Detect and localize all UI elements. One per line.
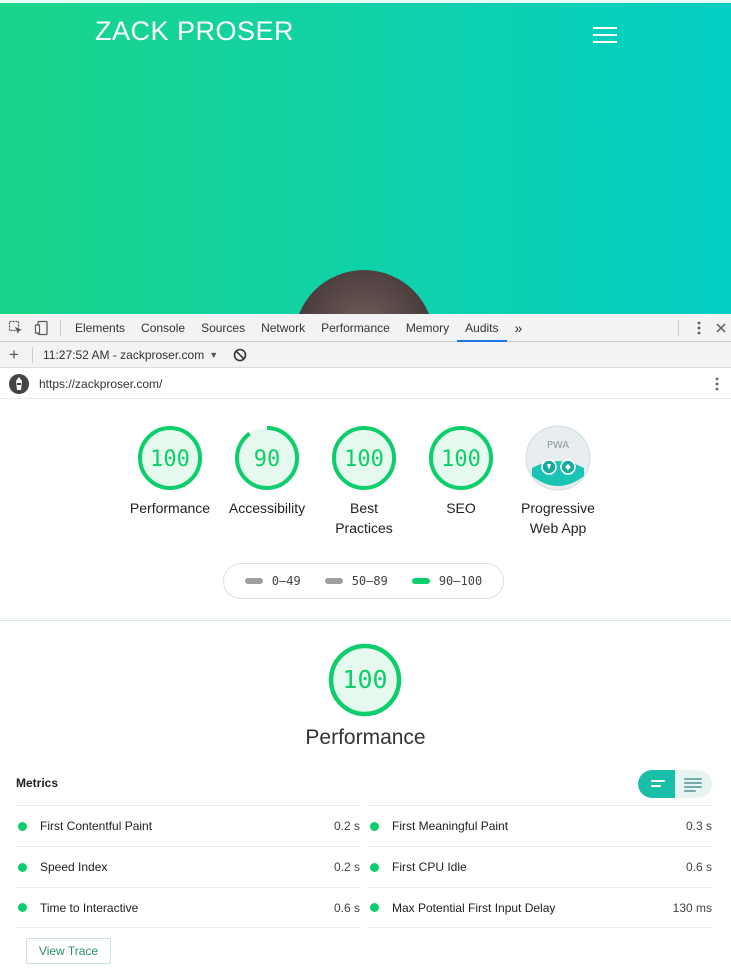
site-hero: ZACK PROSER bbox=[0, 0, 731, 314]
metrics-view-toggle bbox=[638, 770, 712, 798]
metric-max-potential-fid: Max Potential First Input Delay 130 ms bbox=[368, 887, 712, 928]
gauge-ring: 100 bbox=[332, 426, 396, 490]
kebab-menu-icon[interactable] bbox=[709, 376, 725, 392]
gauge-label: Performance bbox=[129, 500, 211, 516]
performance-title: Performance bbox=[305, 726, 426, 749]
devtools-tab-bar: Elements Console Sources Network Perform… bbox=[0, 314, 731, 342]
site-title[interactable]: ZACK PROSER bbox=[95, 16, 294, 47]
report-selector[interactable]: 11:27:52 AM - zackproser.com bbox=[43, 348, 204, 362]
view-trace-button[interactable]: View Trace bbox=[26, 938, 111, 964]
lighthouse-icon bbox=[8, 373, 30, 395]
tab-performance[interactable]: Performance bbox=[313, 314, 398, 342]
tab-network[interactable]: Network bbox=[253, 314, 313, 342]
metric-first-cpu-idle: First CPU Idle 0.6 s bbox=[368, 846, 712, 887]
gauge-label: Progressive Web App bbox=[521, 500, 595, 536]
metric-first-contentful-paint: First Contentful Paint 0.2 s bbox=[16, 805, 360, 846]
gauge-ring: 100 bbox=[138, 426, 202, 490]
gauge-accessibility[interactable]: 90 Accessibility bbox=[217, 424, 317, 518]
score-legend: 0–49 50–89 90–100 bbox=[223, 563, 504, 599]
audits-toolbar: + 11:27:52 AM - zackproser.com ▼ bbox=[0, 342, 731, 368]
legend-item-pass: 90–100 bbox=[411, 574, 482, 588]
gauge-label: Accessibility bbox=[228, 500, 306, 516]
gauge-ring: 90 bbox=[235, 426, 299, 490]
gauge-ring: 100 bbox=[429, 426, 493, 490]
pass-dot-icon bbox=[18, 903, 27, 912]
pass-dot-icon bbox=[18, 821, 27, 831]
avatar bbox=[294, 270, 434, 314]
performance-score-gauge: 100 bbox=[325, 640, 405, 725]
hero-top-border bbox=[0, 0, 731, 3]
legend-swatch bbox=[244, 578, 263, 584]
add-audit-icon[interactable]: + bbox=[9, 345, 23, 365]
tab-console[interactable]: Console bbox=[133, 314, 193, 342]
gauge-label: SEO bbox=[446, 500, 476, 516]
chevron-down-icon[interactable]: ▼ bbox=[209, 350, 218, 360]
close-icon[interactable] bbox=[713, 320, 729, 336]
gauge-best-practices[interactable]: 100 Best Practices bbox=[314, 424, 414, 538]
inspect-element-icon[interactable] bbox=[8, 320, 24, 336]
category-gauges: 100 Performance 90 Accessibility 100 Bes… bbox=[120, 424, 610, 554]
tab-audits[interactable]: Audits bbox=[457, 314, 507, 342]
clear-icon[interactable] bbox=[232, 347, 248, 363]
tab-sources[interactable]: Sources bbox=[193, 314, 253, 342]
pass-dot-icon bbox=[370, 862, 379, 872]
metrics-title: Metrics bbox=[16, 776, 59, 790]
svg-text:100: 100 bbox=[150, 447, 190, 472]
expanded-view-icon[interactable] bbox=[675, 770, 712, 798]
tab-separator bbox=[60, 319, 61, 336]
svg-text:100: 100 bbox=[342, 665, 387, 694]
tab-elements[interactable]: Elements bbox=[67, 314, 133, 342]
svg-text:100: 100 bbox=[441, 447, 481, 472]
pass-dot-icon bbox=[370, 903, 379, 912]
more-tabs-icon[interactable]: » bbox=[507, 314, 531, 342]
device-toolbar-icon[interactable] bbox=[34, 320, 50, 336]
section-divider bbox=[0, 620, 731, 621]
svg-text:100: 100 bbox=[344, 447, 384, 472]
hamburger-menu-icon[interactable] bbox=[593, 24, 619, 44]
pwa-badge-icon: PWA bbox=[525, 425, 591, 491]
legend-swatch bbox=[324, 578, 343, 584]
gauge-label: Best Practices bbox=[335, 500, 393, 536]
toolbar-separator bbox=[32, 346, 33, 363]
legend-swatch bbox=[411, 578, 430, 584]
metrics-column-left: First Contentful Paint 0.2 s Speed Index… bbox=[16, 805, 360, 928]
legend-item-fail: 0–49 bbox=[244, 574, 301, 588]
pass-dot-icon bbox=[18, 862, 27, 872]
gauge-performance[interactable]: 100 Performance bbox=[120, 424, 220, 518]
legend-item-average: 50–89 bbox=[324, 574, 388, 588]
svg-text:PWA: PWA bbox=[547, 440, 569, 451]
report-url[interactable]: https://zackproser.com/ bbox=[39, 377, 162, 391]
kebab-menu-icon[interactable] bbox=[691, 320, 707, 336]
compact-view-icon[interactable] bbox=[638, 770, 675, 798]
gauge-seo[interactable]: 100 SEO bbox=[411, 424, 511, 518]
metric-speed-index: Speed Index 0.2 s bbox=[16, 846, 360, 887]
metrics-column-right: First Meaningful Paint 0.3 s First CPU I… bbox=[368, 805, 712, 928]
tab-separator bbox=[678, 319, 679, 336]
svg-text:90: 90 bbox=[254, 447, 281, 472]
metric-time-to-interactive: Time to Interactive 0.6 s bbox=[16, 887, 360, 928]
tab-memory[interactable]: Memory bbox=[398, 314, 457, 342]
metric-first-meaningful-paint: First Meaningful Paint 0.3 s bbox=[368, 805, 712, 846]
pass-dot-icon bbox=[370, 821, 379, 831]
report-url-bar: https://zackproser.com/ bbox=[0, 369, 731, 399]
gauge-pwa[interactable]: PWA Progressive Web App bbox=[508, 424, 608, 538]
